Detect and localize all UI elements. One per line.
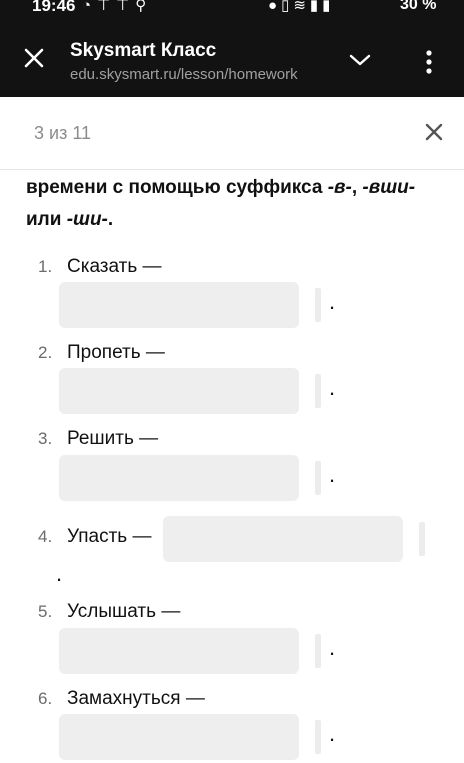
status-time: 19:46 — [32, 0, 76, 15]
item-number: 4. — [38, 527, 53, 546]
item-word: Сказать — — [67, 256, 162, 277]
item-end-punctuation: . — [329, 721, 336, 746]
item-word: Услышать — — [67, 601, 181, 622]
answer-input[interactable] — [59, 628, 299, 674]
task-header: 3 из 11 — [0, 97, 464, 170]
answer-input[interactable] — [59, 368, 299, 414]
input-handle — [315, 720, 321, 754]
wifi-icon: ≋ — [293, 0, 310, 14]
battery-icon: ▮ — [322, 0, 335, 14]
browser-app-bar: Skysmart Класс edu.skysmart.ru/lesson/ho… — [0, 20, 464, 97]
item-number: 1. — [38, 257, 53, 276]
task-counter: 3 из 11 — [34, 123, 92, 143]
chevron-down-icon[interactable] — [348, 53, 372, 67]
input-handle — [315, 461, 321, 495]
item-end-punctuation: . — [329, 635, 336, 660]
input-handle — [315, 634, 321, 668]
suffix-vshi: -вши- — [362, 177, 416, 198]
status-right-icons: ●▯≋▮▮ — [268, 0, 334, 14]
item-end-punctuation: . — [329, 462, 336, 487]
answer-input[interactable] — [59, 455, 299, 501]
input-handle — [315, 288, 321, 322]
input-handle — [315, 374, 321, 408]
close-icon[interactable] — [424, 122, 444, 142]
more-vertical-icon[interactable] — [421, 48, 437, 76]
signal-icon: ▮ — [309, 0, 323, 14]
item-number: 3. — [38, 429, 53, 448]
task-instructions: времени с помощью суффикса -в-, -вши-или… — [26, 177, 416, 230]
input-handle — [419, 522, 425, 556]
suffix-v: -в- — [327, 177, 352, 198]
item-word: Пропеть — — [67, 342, 165, 363]
app-url: edu.skysmart.ru/lesson/homework — [70, 66, 298, 83]
item-number: 5. — [38, 602, 53, 621]
search-icon: ⚲ — [135, 0, 153, 14]
answer-input[interactable] — [163, 516, 403, 562]
suffix-shi: -ши- — [66, 209, 108, 230]
alarm-icon: ● — [268, 0, 282, 14]
battery-level: 30 % — [400, 0, 437, 13]
item-number: 2. — [38, 343, 53, 362]
item-word: Замахнуться — — [67, 688, 205, 709]
item-word: Решить — — [67, 428, 159, 449]
pin-icon: ⊤ — [97, 0, 117, 14]
answer-input[interactable] — [59, 282, 299, 328]
pin-icon: ⊤ — [116, 0, 136, 14]
close-icon[interactable] — [20, 44, 48, 72]
item-word: Упасть — — [67, 526, 152, 547]
status-bar: 19:46 ◔⊤⊤⚲ ●▯≋▮▮ 30 % — [0, 0, 464, 20]
answer-input[interactable] — [59, 714, 299, 760]
item-end-punctuation: . — [56, 561, 63, 586]
app-title: Skysmart Класс — [70, 40, 217, 61]
item-end-punctuation: . — [329, 289, 336, 314]
status-left-icons: ◔⊤⊤⚲ — [82, 0, 152, 14]
vibrate-icon: ▯ — [281, 0, 294, 14]
item-end-punctuation: . — [329, 375, 336, 400]
app-icon: ◔ — [82, 0, 98, 14]
item-number: 6. — [38, 689, 53, 708]
